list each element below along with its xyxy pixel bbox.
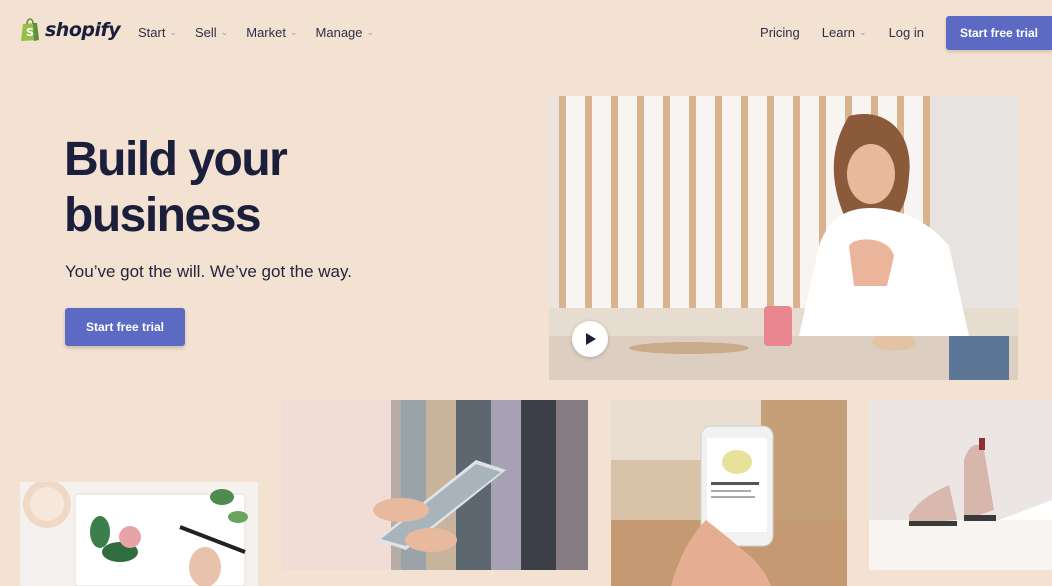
hero-video-thumbnail[interactable] [549, 96, 1018, 380]
play-icon [586, 333, 596, 345]
menu-label: Market [246, 25, 286, 40]
menu-item-learn[interactable]: Learn ⌄ [822, 25, 867, 40]
main-menu: Start ⌄ Sell ⌄ Market ⌄ Manage ⌄ [138, 25, 374, 40]
hero-title: Build your business [64, 133, 288, 242]
menu-item-manage[interactable]: Manage ⌄ [316, 25, 375, 40]
tablet-clothing-rack-image [281, 400, 588, 570]
shopping-bag-icon: S [20, 18, 40, 42]
secondary-menu: Pricing Learn ⌄ Log in [760, 25, 924, 40]
top-navigation: S shopify Start ⌄ Sell ⌄ Market ⌄ Manage… [0, 0, 1052, 64]
logo-wordmark: shopify [45, 19, 121, 41]
menu-label: Manage [315, 25, 363, 40]
chevron-down-icon: ⌄ [289, 27, 298, 37]
menu-item-sell[interactable]: Sell ⌄ [195, 25, 228, 40]
shopify-logo[interactable]: S shopify [20, 18, 121, 42]
chevron-down-icon: ⌄ [169, 27, 178, 37]
menu-label: Learn [821, 25, 856, 40]
play-button[interactable] [572, 321, 608, 357]
svg-text:S: S [26, 26, 34, 39]
menu-label: Start [138, 25, 166, 40]
menu-label: Sell [195, 25, 217, 40]
hero-subtitle: You’ve got the will. We’ve got the way. [65, 262, 352, 281]
pricing-link[interactable]: Pricing [760, 25, 800, 40]
hero-start-free-trial-button[interactable]: Start free trial [65, 308, 185, 346]
menu-item-start[interactable]: Start ⌄ [138, 25, 177, 40]
login-link[interactable]: Log in [889, 25, 924, 40]
phone-in-hand-image [611, 400, 847, 586]
chevron-down-icon: ⌄ [366, 27, 375, 37]
shoes-image [869, 400, 1052, 570]
chevron-down-icon: ⌄ [220, 27, 229, 37]
chevron-down-icon: ⌄ [859, 27, 867, 37]
nav-start-free-trial-button[interactable]: Start free trial [946, 16, 1052, 50]
notebook-drawing-image [20, 482, 258, 586]
menu-item-market[interactable]: Market ⌄ [246, 25, 297, 40]
